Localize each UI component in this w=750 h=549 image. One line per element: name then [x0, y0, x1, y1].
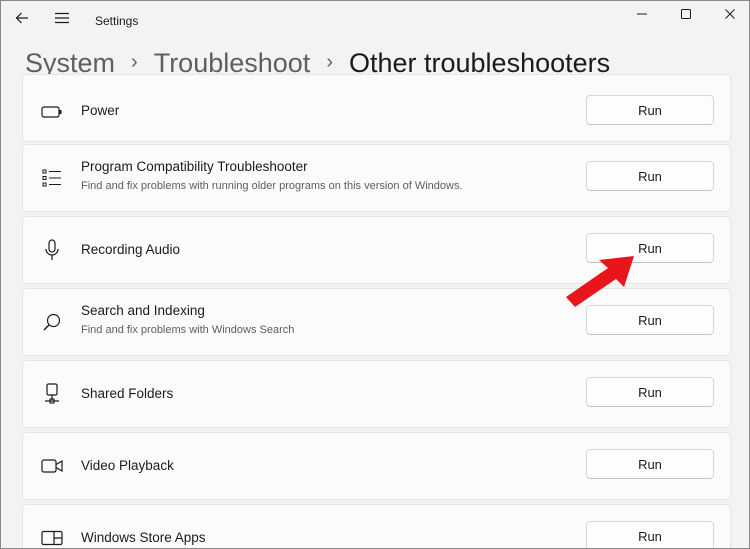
- troubleshooter-title: Program Compatibility Troubleshooter: [81, 159, 308, 174]
- microphone-icon: [40, 238, 64, 262]
- breadcrumb-separator: ›: [131, 50, 138, 73]
- troubleshooter-description: Find and fix problems with running older…: [81, 180, 463, 192]
- battery-icon: [40, 100, 64, 124]
- run-program-compatibility-button[interactable]: Run: [586, 161, 714, 191]
- troubleshooter-title: Windows Store Apps: [81, 530, 206, 545]
- app-title: Settings: [95, 14, 139, 28]
- troubleshooter-title: Video Playback: [81, 458, 174, 473]
- troubleshooter-row-windows-store-apps: Windows Store Apps Run: [22, 504, 731, 548]
- back-button[interactable]: [9, 7, 35, 33]
- app-window-icon: [40, 526, 64, 548]
- troubleshooter-row-program-compatibility: Program Compatibility Troubleshooter Fin…: [22, 144, 731, 212]
- minimize-icon: [636, 7, 648, 25]
- hamburger-menu-icon: [54, 11, 70, 30]
- run-shared-folders-button[interactable]: Run: [586, 377, 714, 407]
- close-icon: [724, 7, 736, 25]
- run-windows-store-apps-button[interactable]: Run: [586, 521, 714, 548]
- arrow-left-icon: [14, 10, 30, 31]
- troubleshooter-title: Shared Folders: [81, 386, 174, 401]
- troubleshooter-title: Power: [81, 103, 120, 118]
- title-bar: Settings: [1, 1, 749, 41]
- maximize-button[interactable]: [663, 1, 709, 31]
- list-icon: [40, 166, 64, 190]
- navigation-menu-button[interactable]: [49, 7, 75, 33]
- run-video-playback-button[interactable]: Run: [586, 449, 714, 479]
- troubleshooter-row-power: Power Run: [22, 74, 731, 142]
- run-power-button[interactable]: Run: [586, 95, 714, 125]
- breadcrumb-separator: ›: [326, 50, 333, 73]
- troubleshooter-row-video-playback: Video Playback Run: [22, 432, 731, 500]
- close-button[interactable]: [707, 1, 749, 31]
- settings-window: Settings System › Troubleshoot › Other t…: [0, 0, 750, 549]
- troubleshooter-row-shared-folders: Shared Folders Run: [22, 360, 731, 428]
- troubleshooter-title: Search and Indexing: [81, 303, 205, 318]
- troubleshooter-title: Recording Audio: [81, 242, 181, 257]
- video-camera-icon: [40, 454, 64, 478]
- search-icon: [40, 310, 64, 334]
- red-arrow-icon: [561, 251, 641, 316]
- network-drive-icon: [40, 382, 64, 406]
- troubleshooter-description: Find and fix problems with Windows Searc…: [81, 324, 295, 336]
- minimize-button[interactable]: [619, 1, 665, 31]
- maximize-icon: [680, 7, 692, 25]
